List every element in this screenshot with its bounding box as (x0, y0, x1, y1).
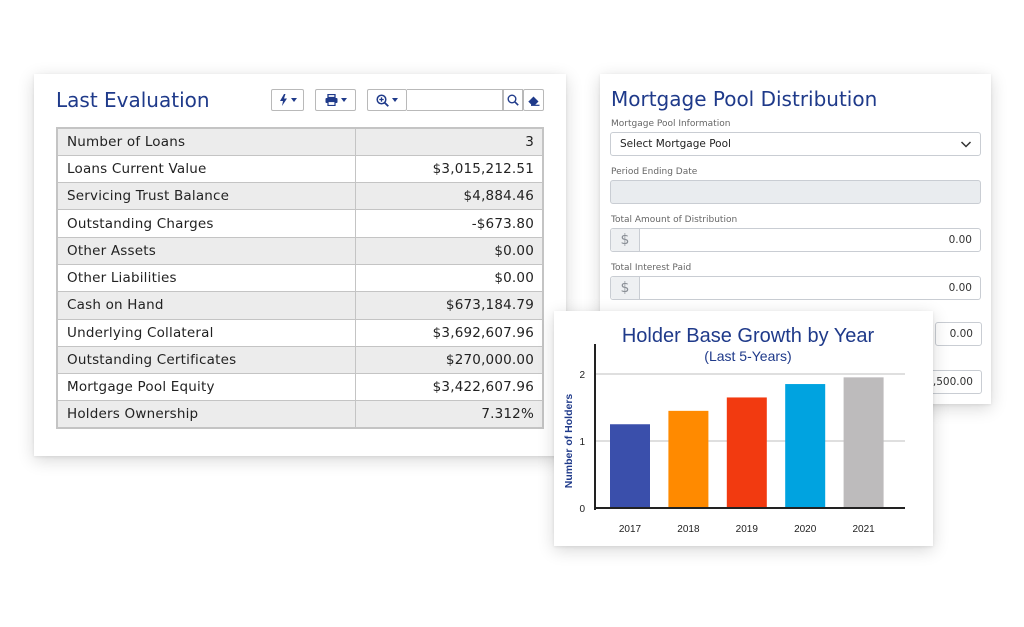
y-tick-label: 2 (579, 370, 585, 381)
row-value: $270,000.00 (354, 345, 544, 375)
row-label: Underlying Collateral (56, 318, 356, 347)
actions-dropdown-button[interactable] (271, 89, 304, 111)
row-value: $3,422,607.96 (354, 373, 544, 402)
holder-growth-chart-card: Holder Base Growth by Year (Last 5-Years… (554, 311, 933, 546)
row-label: Outstanding Certificates (56, 345, 356, 375)
total-interest-field[interactable]: $ 0.00 (610, 276, 981, 300)
print-dropdown-button[interactable] (315, 89, 356, 111)
pool-select-value: Select Mortgage Pool (620, 138, 731, 150)
bar-2019 (726, 397, 767, 508)
search-icon (507, 94, 519, 106)
x-tick-label: 2021 (852, 524, 875, 535)
x-tick-label: 2020 (794, 524, 817, 535)
row-value: 7.312% (354, 400, 544, 429)
chevron-down-icon (392, 98, 398, 102)
last-evaluation-card: Last Evaluation Number of Loans 3 Loans … (34, 74, 566, 456)
total-interest-label: Total Interest Paid (611, 263, 692, 273)
table-row: Servicing Trust Balance $4,884.46 (56, 182, 544, 211)
pool-info-label: Mortgage Pool Information (611, 119, 731, 129)
eraser-icon (527, 95, 540, 106)
x-tick-label: 2019 (736, 524, 759, 535)
distribution-field-partial[interactable]: 0.00 (935, 322, 982, 346)
row-label: Loans Current Value (56, 154, 356, 184)
bar-2018 (668, 410, 709, 508)
table-row: Holders Ownership 7.312% (56, 400, 544, 429)
row-value: $4,884.46 (354, 182, 544, 211)
table-row: Underlying Collateral $3,692,607.96 (56, 318, 544, 347)
chevron-down-icon (290, 98, 297, 102)
dollar-addon: $ (611, 229, 640, 251)
table-row: Mortgage Pool Equity $3,422,607.96 (56, 373, 544, 402)
zoom-dropdown-button[interactable] (367, 89, 407, 111)
distribution-field-partial[interactable]: 9,500.00 (925, 370, 982, 394)
period-ending-date-field[interactable] (610, 180, 981, 204)
holder-growth-chart: Holder Base Growth by Year (Last 5-Years… (563, 325, 905, 535)
table-row: Other Assets $0.00 (56, 236, 544, 265)
y-tick-label: 1 (579, 437, 585, 448)
row-label: Cash on Hand (56, 291, 356, 320)
lightning-icon (279, 94, 288, 106)
row-label: Outstanding Charges (56, 209, 356, 238)
y-axis-label: Number of Holders (563, 394, 575, 489)
clear-search-button[interactable] (523, 89, 544, 111)
evaluation-table: Number of Loans 3 Loans Current Value $3,01… (56, 127, 544, 430)
row-label: Number of Loans (56, 127, 356, 156)
search-input[interactable] (407, 89, 503, 111)
total-distribution-field[interactable]: $ 0.00 (610, 228, 981, 252)
total-interest-value: 0.00 (948, 282, 972, 294)
total-distribution-label: Total Amount of Distribution (611, 215, 738, 225)
x-tick-label: 2017 (619, 524, 642, 535)
table-row: Outstanding Certificates $270,000.00 (56, 345, 544, 375)
table-row: Outstanding Charges -$673.80 (56, 209, 544, 238)
x-tick-label: 2018 (677, 524, 700, 535)
printer-icon (325, 94, 338, 106)
row-label: Servicing Trust Balance (56, 182, 356, 211)
table-row: Other Liabilities $0.00 (56, 263, 544, 293)
row-value: 3 (354, 127, 544, 156)
row-label: Holders Ownership (56, 400, 356, 429)
row-value: $0.00 (354, 263, 544, 293)
row-value: -$673.80 (354, 209, 544, 238)
row-value: $3,015,212.51 (354, 154, 544, 184)
last-evaluation-title: Last Evaluation (56, 88, 210, 112)
table-row: Number of Loans 3 (56, 127, 544, 156)
row-value: $3,692,607.96 (354, 318, 544, 347)
zoom-in-icon (376, 93, 389, 107)
row-value: $0.00 (354, 236, 544, 265)
chart-title: Holder Base Growth by Year (622, 325, 875, 347)
dollar-addon: $ (611, 277, 640, 299)
bar-2021 (843, 377, 884, 508)
y-tick-label: 0 (579, 504, 585, 515)
chart-subtitle: (Last 5-Years) (704, 348, 791, 364)
chevron-down-icon (340, 98, 347, 102)
row-label: Other Assets (56, 236, 356, 265)
bar-2020 (785, 384, 826, 508)
row-label: Other Liabilities (56, 263, 356, 293)
table-row: Cash on Hand $673,184.79 (56, 291, 544, 320)
search-button[interactable] (503, 89, 523, 111)
distribution-title: Mortgage Pool Distribution (611, 87, 878, 111)
period-ending-label: Period Ending Date (611, 167, 698, 177)
row-label: Mortgage Pool Equity (56, 373, 356, 402)
bar-2017 (610, 424, 650, 508)
mortgage-pool-select[interactable]: Select Mortgage Pool (610, 132, 981, 156)
table-row: Loans Current Value $3,015,212.51 (56, 154, 544, 184)
total-distribution-value: 0.00 (948, 234, 972, 246)
chevron-down-icon (960, 139, 972, 152)
row-value: $673,184.79 (354, 291, 544, 320)
